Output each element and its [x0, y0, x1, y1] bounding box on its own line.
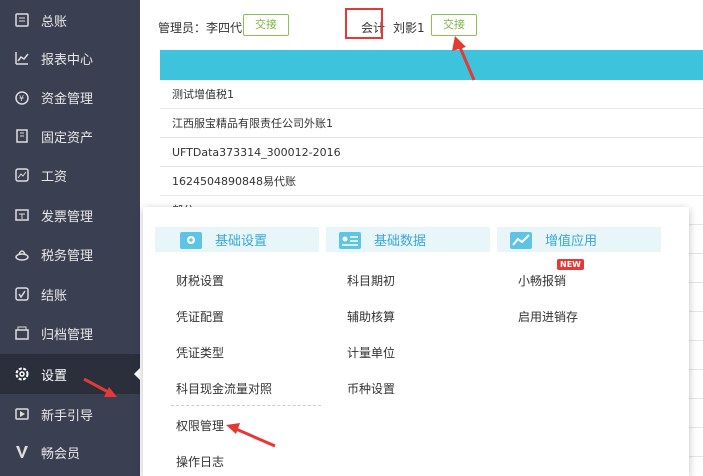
ledger-icon [13, 11, 31, 29]
salary-icon [13, 166, 31, 184]
annotation-highlight-box [345, 8, 383, 39]
sidebar-item-settings[interactable]: 设置 [0, 354, 140, 394]
tax-icon [13, 245, 31, 263]
table-row[interactable]: 测试增值税1 [160, 80, 703, 109]
menu-item-units[interactable]: 计量单位 [347, 344, 395, 361]
menu-item-permissions[interactable]: 权限管理 [176, 417, 224, 434]
sidebar-item-guide[interactable]: 新手引导 [0, 394, 140, 434]
basic-settings-icon [180, 231, 202, 249]
sidebar-item-funds[interactable]: ¥ 资金管理 [0, 77, 140, 117]
invoice-icon [13, 206, 31, 224]
sidebar-item-vip[interactable]: 畅会员 [0, 432, 140, 472]
menu-item-inventory[interactable]: 启用进销存 [518, 308, 578, 325]
building-icon [13, 127, 31, 145]
sidebar-item-label: 发票管理 [41, 209, 94, 225]
archive-icon [13, 324, 31, 342]
basic-settings-title: 基础设置 [215, 234, 268, 249]
accountant-name: 刘影1 [393, 21, 425, 35]
svg-text:¥: ¥ [19, 94, 24, 103]
basic-data-icon [339, 231, 361, 249]
checkout-icon [13, 285, 31, 303]
handover-admin-button[interactable]: 交接 [243, 14, 289, 36]
table-header [160, 50, 703, 80]
sidebar-item-label: 资金管理 [41, 91, 94, 107]
menu-item-opening-balance[interactable]: 科目期初 [347, 272, 395, 289]
chart-icon [13, 49, 31, 67]
sidebar-item-label: 税务管理 [41, 248, 94, 264]
value-app-icon [510, 231, 532, 249]
new-badge: NEW [557, 259, 584, 270]
table-row[interactable]: UFTData373314_300012-2016 [160, 138, 703, 167]
sidebar-item-checkout[interactable]: 结账 [0, 274, 140, 314]
sidebar-item-label: 归档管理 [41, 327, 94, 343]
sidebar-item-label: 总账 [41, 14, 68, 30]
menu-item-voucher-type[interactable]: 凭证类型 [176, 344, 224, 361]
sidebar-item-label: 设置 [41, 368, 68, 384]
basic-data-header: 基础数据 [326, 227, 490, 252]
menu-item-tax-settings[interactable]: 财税设置 [176, 272, 224, 289]
topbar: 管理员：李四代 交接 会计 刘影1 交接 [140, 0, 703, 50]
value-app-header: 增值应用 [497, 227, 661, 252]
menu-item-expense[interactable]: 小畅报销 [518, 272, 566, 289]
sidebar-item-salary[interactable]: 工资 [0, 155, 140, 195]
table-row[interactable]: 江西服宝精品有限责任公司外账1 [160, 109, 703, 138]
sidebar-item-invoices[interactable]: 发票管理 [0, 195, 140, 235]
menu-item-currency[interactable]: 币种设置 [347, 380, 395, 397]
sidebar-item-assets[interactable]: 固定资产 [0, 116, 140, 156]
menu-item-auxiliary[interactable]: 辅助核算 [347, 308, 395, 325]
menu-item-operation-log[interactable]: 操作日志 [176, 453, 224, 470]
basic-settings-header: 基础设置 [155, 227, 319, 252]
sidebar-item-reports[interactable]: 报表中心 [0, 38, 140, 78]
sidebar-item-label: 固定资产 [41, 130, 94, 146]
menu-item-cashflow-mapping[interactable]: 科目现金流量对照 [176, 380, 272, 397]
table-row[interactable]: 1624504890848易代账 [160, 167, 703, 196]
sidebar-item-tax[interactable]: 税务管理 [0, 234, 140, 274]
vip-icon [13, 443, 31, 461]
sidebar-item-label: 报表中心 [41, 52, 94, 68]
settings-dropdown-menu: 基础设置 基础数据 增值应用 财税设置 凭证配置 凭证类型 科目现金流量对照 权… [143, 207, 689, 476]
guide-icon [13, 405, 31, 423]
admin-label: 管理员：李四代 [158, 21, 243, 35]
value-app-title: 增值应用 [545, 234, 598, 249]
sidebar-item-ledger[interactable]: 总账 [0, 0, 140, 40]
sidebar-item-archive[interactable]: 归档管理 [0, 313, 140, 353]
gear-icon [13, 365, 31, 383]
menu-item-voucher-config[interactable]: 凭证配置 [176, 308, 224, 325]
sidebar-item-label: 结账 [41, 288, 68, 304]
menu-divider [171, 405, 321, 406]
sidebar: 总账 报表中心 ¥ 资金管理 固定资产 工资 发票管理 税务管理 结账 归档管理… [0, 0, 140, 476]
handover-accountant-button[interactable]: 交接 [431, 14, 477, 36]
sidebar-item-label: 畅会员 [41, 446, 81, 462]
sidebar-item-label: 工资 [41, 169, 68, 185]
basic-data-title: 基础数据 [374, 234, 427, 249]
sidebar-item-label: 新手引导 [41, 408, 94, 424]
money-icon: ¥ [13, 88, 31, 106]
